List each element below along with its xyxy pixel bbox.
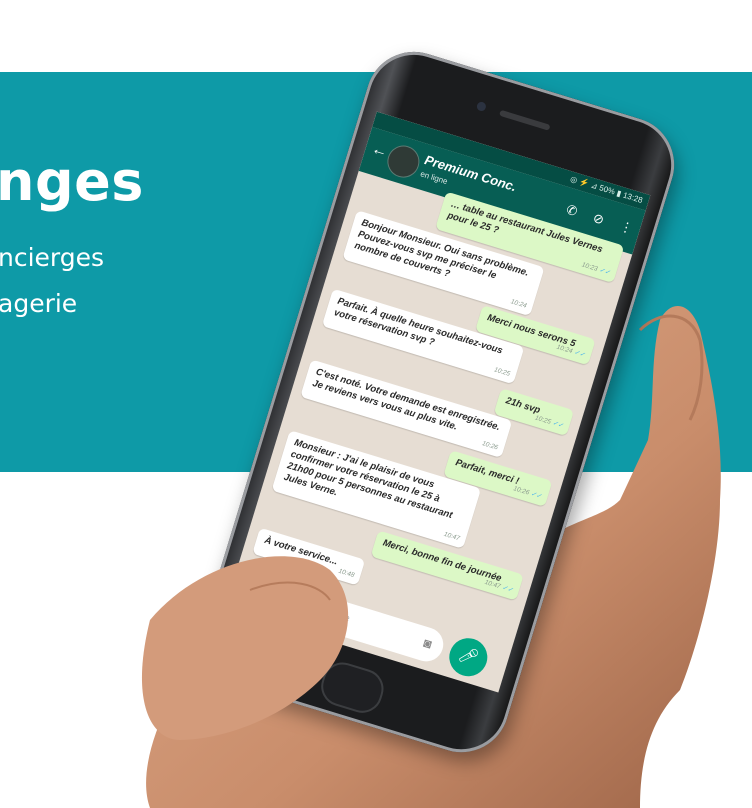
- contact-avatar[interactable]: [383, 141, 424, 182]
- home-button[interactable]: [316, 657, 389, 718]
- microphone-button[interactable]: 🎤︎: [444, 633, 493, 681]
- front-camera: [475, 100, 488, 113]
- earpiece-speaker: [499, 109, 551, 131]
- more-icon[interactable]: ⋮: [618, 218, 635, 237]
- emoji-icon[interactable]: ☺: [247, 582, 265, 601]
- camera-icon[interactable]: ◙: [422, 635, 434, 652]
- message-bubble: À votre service... 10:48: [252, 527, 366, 586]
- message-bubble: Monsieur : J'ai le plaisir de vous confi…: [271, 430, 482, 549]
- message-input-placeholder: Taper un message: [269, 589, 352, 625]
- phone-icon[interactable]: ✆: [564, 202, 580, 220]
- microphone-icon: 🎤︎: [456, 645, 481, 668]
- attach-icon[interactable]: ⊘: [591, 210, 606, 228]
